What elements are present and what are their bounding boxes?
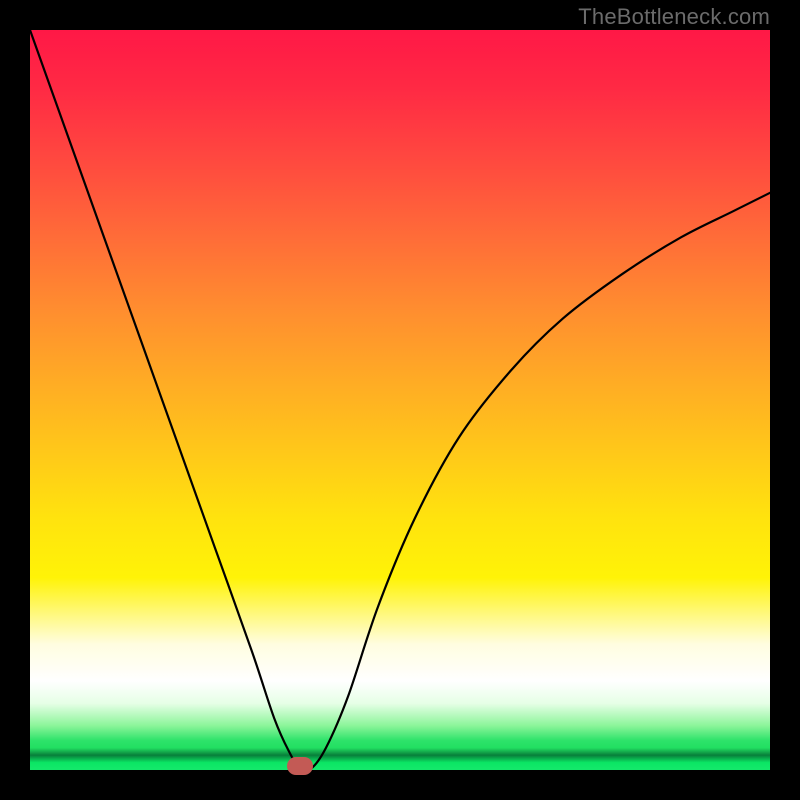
- optimal-point-marker: [287, 757, 313, 775]
- chart-curve-svg: [30, 30, 770, 770]
- watermark-text: TheBottleneck.com: [578, 4, 770, 30]
- chart-plot-area: [30, 30, 770, 770]
- bottleneck-curve: [30, 30, 770, 770]
